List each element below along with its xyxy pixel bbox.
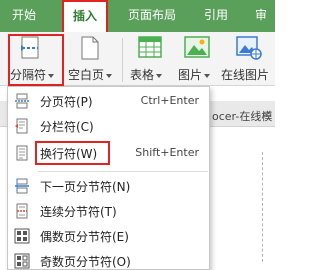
menu-item-column-break[interactable]: 分栏符(C) xyxy=(8,114,209,138)
menu-item-label: 下一页分节符(N) xyxy=(40,180,131,194)
page-break-icon xyxy=(14,93,30,109)
menu-item-odd-page-section[interactable]: 奇数页分节符(O) xyxy=(8,249,209,270)
tab-insert[interactable]: 插入 xyxy=(62,0,108,32)
menu-separator xyxy=(38,171,208,172)
menu-item-shortcut: Ctrl+Enter xyxy=(140,94,199,107)
table-label: 表格 xyxy=(130,68,155,82)
odd-page-section-icon xyxy=(14,253,30,269)
blank-page-icon xyxy=(80,36,100,64)
section-break-highlight xyxy=(8,34,64,86)
line-break-icon xyxy=(14,145,30,161)
tab-references[interactable]: 引用 xyxy=(194,0,238,32)
picture-button[interactable]: 图片 xyxy=(176,32,220,86)
tab-home[interactable]: 开始 xyxy=(0,0,48,32)
chevron-down-icon xyxy=(106,73,113,78)
menu-item-label: 连续分节符(T) xyxy=(40,205,117,219)
menu-item-label: 分栏符(C) xyxy=(40,120,94,134)
section-break-menu: 分页符(P) Ctrl+Enter 分栏符(C) 换行符(W) Shift+En… xyxy=(7,86,210,270)
close-icon[interactable]: × xyxy=(262,108,271,121)
menu-item-even-page-section[interactable]: 偶数页分节符(E) xyxy=(8,224,209,248)
next-page-section-icon xyxy=(14,178,30,194)
picture-label: 图片 xyxy=(178,68,203,82)
menu-item-label: 奇数页分节符(O) xyxy=(40,255,131,269)
chevron-down-icon xyxy=(204,73,211,78)
online-picture-icon xyxy=(236,36,262,64)
continuous-section-icon xyxy=(14,203,30,219)
blank-page-label: 空白页 xyxy=(68,68,105,82)
tab-review[interactable]: 审 xyxy=(246,0,276,32)
picture-icon xyxy=(184,36,210,62)
tab-page-layout[interactable]: 页面布局 xyxy=(116,0,188,32)
page-margin-guide xyxy=(262,152,263,262)
ribbon-tab-bar: 开始 插入 页面布局 引用 审 xyxy=(0,0,275,32)
column-break-icon xyxy=(14,118,30,134)
table-button[interactable]: 表格 xyxy=(128,32,172,86)
menu-item-shortcut: Shift+Enter xyxy=(135,146,199,159)
table-icon xyxy=(138,36,162,62)
ribbon-separator xyxy=(122,38,123,82)
menu-item-label: 偶数页分节符(E) xyxy=(40,230,129,244)
blank-page-button[interactable]: 空白页 xyxy=(66,32,118,86)
menu-item-label: 分页符(P) xyxy=(40,95,93,109)
line-break-highlight xyxy=(35,141,110,165)
menu-item-next-page-section[interactable]: 下一页分节符(N) xyxy=(8,174,209,198)
online-picture-label: 在线图片 xyxy=(221,68,270,82)
menu-item-continuous-section[interactable]: 连续分节符(T) xyxy=(8,199,209,223)
online-picture-button[interactable]: 在线图片 xyxy=(220,32,275,86)
ribbon-insert-panel: 分隔符 空白页 表格 图片 在线图片 xyxy=(0,32,275,86)
menu-item-page-break[interactable]: 分页符(P) Ctrl+Enter xyxy=(8,89,209,113)
chevron-down-icon xyxy=(156,73,163,78)
even-page-section-icon xyxy=(14,228,30,244)
